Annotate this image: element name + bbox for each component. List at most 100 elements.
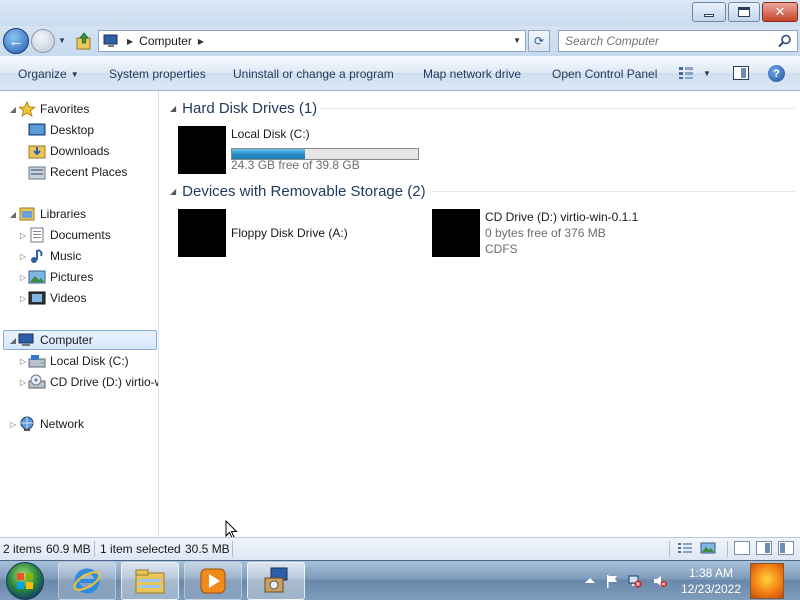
search-icon[interactable] bbox=[778, 34, 792, 48]
expand-arrow-icon[interactable]: ▷ bbox=[8, 420, 18, 429]
nav-downloads[interactable]: Downloads bbox=[28, 141, 109, 161]
expand-arrow-icon[interactable]: ▷ bbox=[18, 378, 28, 387]
layout-single-pane-icon[interactable] bbox=[734, 541, 750, 555]
layout-preview-pane-icon[interactable] bbox=[756, 541, 772, 555]
status-separator bbox=[727, 541, 728, 557]
command-bar: Organize ▼ System properties Uninstall or… bbox=[0, 56, 800, 91]
help-button[interactable]: ? bbox=[768, 65, 785, 82]
nav-favorites[interactable]: ◢ Favorites bbox=[8, 99, 89, 119]
status-item-size: 60.9 MB bbox=[46, 542, 91, 556]
recent-places-icon bbox=[28, 166, 46, 180]
map-network-drive-button[interactable]: Map network drive bbox=[423, 67, 521, 81]
system-properties-button[interactable]: System properties bbox=[109, 67, 206, 81]
taskbar-media-player[interactable] bbox=[184, 562, 242, 600]
nav-local-disk[interactable]: ▷ Local Disk (C:) bbox=[18, 351, 129, 371]
taskbar-internet-explorer[interactable] bbox=[58, 562, 116, 600]
clock-date: 12/23/2022 bbox=[680, 582, 742, 596]
expand-arrow-icon[interactable]: ▷ bbox=[18, 357, 28, 366]
nav-network-label: Network bbox=[40, 417, 85, 431]
show-desktop-button[interactable] bbox=[750, 563, 784, 599]
address-bar[interactable]: ▶ Computer ▶ ▼ bbox=[98, 30, 526, 52]
group-header-hard-disk-drives[interactable]: ◢ Hard Disk Drives (1) bbox=[170, 98, 317, 118]
breadcrumb-computer[interactable]: Computer bbox=[139, 34, 192, 48]
search-box[interactable] bbox=[558, 30, 798, 52]
thumbnail-view-icon[interactable] bbox=[700, 541, 716, 555]
uninstall-program-button[interactable]: Uninstall or change a program bbox=[233, 67, 394, 81]
show-hidden-icons-icon[interactable] bbox=[583, 574, 597, 588]
nav-desktop-label: Desktop bbox=[50, 123, 95, 137]
chevron-down-icon: ▼ bbox=[70, 70, 79, 79]
status-bar: 2 items 60.9 MB 1 item selected 30.5 MB bbox=[0, 537, 800, 560]
nav-cd-drive[interactable]: ▷ CD Drive (D:) virtio-win-0.1.1 bbox=[18, 372, 158, 392]
start-button[interactable] bbox=[6, 562, 44, 600]
status-selected-size: 30.5 MB bbox=[185, 542, 230, 556]
drive-name: Floppy Disk Drive (A:) bbox=[231, 226, 348, 240]
drive-tile-local-disk-c[interactable]: Local Disk (C:) 24.3 GB free of 39.8 GB bbox=[178, 126, 428, 174]
group-header-removable-storage[interactable]: ◢ Devices with Removable Storage (2) bbox=[170, 181, 426, 201]
collapse-arrow-icon[interactable]: ◢ bbox=[170, 104, 176, 113]
drive-thumbnail bbox=[432, 209, 480, 257]
back-arrow-icon: ← bbox=[8, 32, 24, 50]
nav-favorites-label: Favorites bbox=[40, 102, 90, 116]
help-icon: ? bbox=[773, 67, 780, 80]
setup-installer-icon bbox=[264, 567, 288, 593]
nav-music[interactable]: ▷ Music bbox=[18, 246, 81, 266]
refresh-button[interactable]: ⟳ bbox=[528, 30, 550, 52]
minimize-icon bbox=[704, 13, 714, 17]
chevron-right-icon[interactable]: ▶ bbox=[198, 37, 204, 46]
recent-pages-dropdown[interactable]: ▼ bbox=[58, 36, 66, 45]
drive-tile-cd-d[interactable]: CD Drive (D:) virtio-win-0.1.1 0 bytes f… bbox=[432, 209, 692, 257]
taskbar-windows-explorer[interactable] bbox=[121, 562, 179, 600]
back-button[interactable]: ← bbox=[3, 28, 29, 54]
system-clock[interactable]: 1:38 AM 12/23/2022 bbox=[680, 565, 742, 597]
maximize-button[interactable] bbox=[728, 2, 760, 22]
navigation-pane: ◢ Favorites Desktop Downloads Recent Pla… bbox=[0, 91, 159, 537]
forward-button[interactable] bbox=[31, 29, 55, 53]
minimize-button[interactable] bbox=[692, 2, 726, 22]
volume-muted-icon[interactable] bbox=[653, 574, 667, 588]
nav-documents[interactable]: ▷ Documents bbox=[18, 225, 111, 245]
search-input[interactable] bbox=[559, 31, 769, 51]
computer-icon bbox=[18, 333, 34, 346]
expand-arrow-icon[interactable]: ▷ bbox=[18, 273, 28, 282]
nav-computer-label: Computer bbox=[40, 333, 93, 347]
drive-filesystem: CDFS bbox=[485, 242, 518, 256]
collapse-arrow-icon[interactable]: ◢ bbox=[8, 210, 18, 219]
desktop-icon bbox=[28, 123, 46, 136]
nav-videos[interactable]: ▷ Videos bbox=[18, 288, 87, 308]
expand-arrow-icon[interactable]: ▷ bbox=[18, 294, 28, 303]
drive-free-space: 24.3 GB free of 39.8 GB bbox=[231, 158, 360, 172]
nav-pictures[interactable]: ▷ Pictures bbox=[18, 267, 93, 287]
organize-menu[interactable]: Organize ▼ bbox=[18, 67, 79, 81]
libraries-icon bbox=[19, 207, 35, 221]
collapse-arrow-icon[interactable]: ◢ bbox=[8, 336, 18, 345]
taskbar-setup-program[interactable] bbox=[247, 562, 305, 600]
open-control-panel-button[interactable]: Open Control Panel bbox=[552, 67, 657, 81]
expand-arrow-icon[interactable]: ▷ bbox=[18, 231, 28, 240]
refresh-icon: ⟳ bbox=[533, 34, 545, 48]
address-dropdown-icon[interactable]: ▼ bbox=[513, 36, 521, 45]
nav-network[interactable]: ▷ Network bbox=[8, 414, 84, 434]
nav-recent-places[interactable]: Recent Places bbox=[28, 162, 127, 182]
details-view-icon[interactable] bbox=[677, 541, 693, 555]
nav-computer[interactable]: ◢ Computer bbox=[3, 330, 157, 350]
drive-tile-floppy-a[interactable]: Floppy Disk Drive (A:) bbox=[178, 209, 418, 257]
preview-pane-button[interactable] bbox=[733, 66, 749, 80]
close-button[interactable]: ✕ bbox=[762, 2, 798, 22]
folder-up-icon[interactable] bbox=[76, 32, 92, 50]
nav-pictures-label: Pictures bbox=[50, 270, 94, 284]
drive-thumbnail bbox=[178, 209, 226, 257]
view-options-dropdown[interactable]: ▼ bbox=[703, 69, 711, 78]
videos-icon bbox=[28, 291, 46, 305]
expand-arrow-icon[interactable]: ▷ bbox=[18, 252, 28, 261]
nav-desktop[interactable]: Desktop bbox=[28, 120, 94, 140]
chevron-right-icon[interactable]: ▶ bbox=[127, 37, 133, 46]
content-pane: ◢ Hard Disk Drives (1) Local Disk (C:) 2… bbox=[160, 91, 800, 539]
change-view-icon[interactable] bbox=[678, 66, 694, 80]
action-center-flag-icon[interactable] bbox=[605, 574, 619, 588]
nav-libraries[interactable]: ◢ Libraries bbox=[8, 204, 86, 224]
network-disconnected-icon[interactable] bbox=[628, 574, 642, 588]
collapse-arrow-icon[interactable]: ◢ bbox=[8, 105, 18, 114]
layout-details-pane-icon[interactable] bbox=[778, 541, 794, 555]
collapse-arrow-icon[interactable]: ◢ bbox=[170, 187, 176, 196]
